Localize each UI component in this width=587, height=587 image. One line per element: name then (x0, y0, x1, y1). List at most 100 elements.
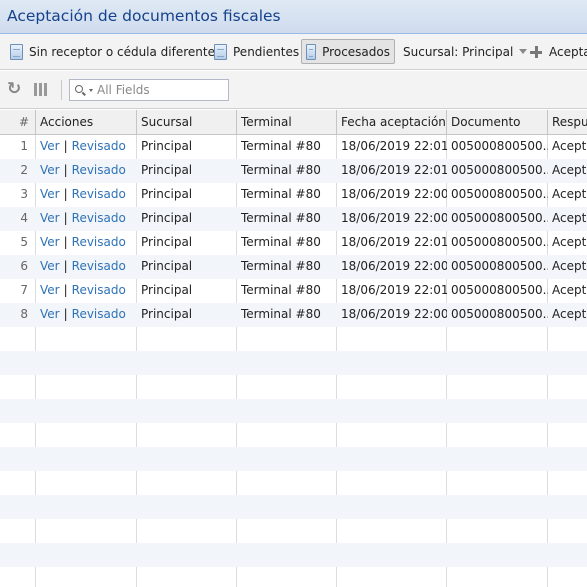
ver-link[interactable]: Ver (40, 187, 60, 201)
row-actions: Ver | Revisado (36, 183, 137, 207)
main-toolbar: Sin receptor o cédula diferente Pendient… (0, 34, 587, 70)
procesados-button[interactable]: Procesados (301, 39, 395, 64)
row-terminal: Terminal #80 (241, 211, 321, 225)
row-actions: Ver | Revisado (36, 255, 137, 279)
col-header-terminal[interactable]: Terminal (237, 110, 337, 135)
empty-row (0, 447, 587, 471)
window-title: Aceptación de documentos fiscales (7, 7, 281, 25)
search-field[interactable] (69, 79, 229, 101)
row-actions: Ver | Revisado (36, 303, 137, 327)
row-terminal: Terminal #80 (241, 259, 321, 273)
row-number: 1 (20, 139, 28, 153)
row-respuesta: Aceptado (552, 307, 587, 321)
table-row[interactable]: 6 Ver | Revisado Principal Terminal #80 18/06/… (0, 255, 587, 279)
row-respuesta: Aceptado (552, 187, 587, 201)
row-terminal: Terminal #80 (241, 283, 321, 297)
row-documento: 005000800500... (451, 259, 548, 273)
col-header-respuesta[interactable]: Respuesta (548, 110, 587, 135)
columns-icon[interactable] (34, 83, 48, 96)
revisado-link[interactable]: Revisado (72, 259, 126, 273)
table-row[interactable]: 2 Ver | Revisado Principal Terminal #80 18/06/… (0, 159, 587, 183)
col-header-sucursal[interactable]: Sucursal (137, 110, 237, 135)
chevron-down-icon[interactable] (89, 88, 93, 92)
row-fecha: 18/06/2019 22:00 (341, 211, 447, 225)
row-number: 5 (20, 235, 28, 249)
row-terminal: Terminal #80 (241, 187, 321, 201)
ver-link[interactable]: Ver (40, 139, 60, 153)
row-fecha: 18/06/2019 22:01 (341, 139, 447, 153)
aceptar-label: Aceptar (549, 44, 587, 59)
row-documento: 005000800500... (451, 211, 548, 225)
empty-row (0, 399, 587, 423)
revisado-link[interactable]: Revisado (72, 187, 126, 201)
row-documento: 005000800500... (451, 307, 548, 321)
sucursal-dropdown[interactable]: Sucursal: Principal (399, 39, 531, 64)
revisado-link[interactable]: Revisado (72, 139, 126, 153)
action-separator: | (63, 139, 68, 153)
ver-link[interactable]: Ver (40, 211, 60, 225)
row-respuesta: Aceptado (552, 139, 587, 153)
documents-grid: 1 Ver | Revisado Principal Terminal #80 18/06/… (0, 110, 587, 587)
row-number: 7 (20, 283, 28, 297)
row-documento: 005000800500... (451, 163, 548, 177)
row-documento: 005000800500... (451, 187, 548, 201)
sin-receptor-button[interactable]: Sin receptor o cédula diferente (6, 39, 219, 64)
search-input[interactable] (97, 83, 227, 97)
table-row[interactable]: 7 Ver | Revisado Principal Terminal #80 18/06/… (0, 279, 587, 303)
document-icon (214, 43, 227, 60)
revisado-link[interactable]: Revisado (72, 163, 126, 177)
table-row[interactable]: 4 Ver | Revisado Principal Terminal #80 18/06/… (0, 207, 587, 231)
row-respuesta: Aceptado (552, 235, 587, 249)
window-titlebar: Aceptación de documentos fiscales (0, 0, 587, 34)
empty-row (0, 351, 587, 375)
table-row[interactable]: 3 Ver | Revisado Principal Terminal #80 18/06/… (0, 183, 587, 207)
empty-row (0, 375, 587, 399)
table-row[interactable]: 5 Ver | Revisado Principal Terminal #80 18/06/… (0, 231, 587, 255)
row-sucursal: Principal (141, 211, 193, 225)
row-sucursal: Principal (141, 235, 193, 249)
pendientes-label: Pendientes (233, 44, 300, 59)
col-header-acciones[interactable]: Acciones (36, 110, 137, 135)
revisado-link[interactable]: Revisado (72, 283, 126, 297)
pendientes-button[interactable]: Pendientes (210, 39, 303, 64)
row-actions: Ver | Revisado (36, 279, 137, 303)
row-fecha: 18/06/2019 22:00 (341, 307, 447, 321)
action-separator: | (63, 307, 68, 321)
grid-rows: 1 Ver | Revisado Principal Terminal #80 18/06/… (0, 135, 587, 587)
row-number: 8 (20, 307, 28, 321)
row-sucursal: Principal (141, 259, 193, 273)
row-terminal: Terminal #80 (241, 235, 321, 249)
action-separator: | (63, 259, 68, 273)
row-fecha: 18/06/2019 22:01 (341, 235, 447, 249)
action-separator: | (63, 211, 68, 225)
row-sucursal: Principal (141, 163, 193, 177)
col-header-number[interactable]: # (0, 110, 36, 135)
table-row[interactable]: 8 Ver | Revisado Principal Terminal #80 18/06/… (0, 303, 587, 327)
sin-receptor-label: Sin receptor o cédula diferente (29, 44, 215, 59)
revisado-link[interactable]: Revisado (72, 211, 126, 225)
row-actions: Ver | Revisado (36, 159, 137, 183)
plus-icon (529, 45, 543, 59)
row-number: 2 (20, 163, 28, 177)
ver-link[interactable]: Ver (40, 163, 60, 177)
ver-link[interactable]: Ver (40, 283, 60, 297)
col-header-fecha[interactable]: Fecha aceptación (337, 110, 447, 135)
ver-link[interactable]: Ver (40, 259, 60, 273)
empty-row (0, 567, 587, 587)
action-separator: | (63, 163, 68, 177)
table-row[interactable]: 1 Ver | Revisado Principal Terminal #80 18/06/… (0, 135, 587, 159)
ver-link[interactable]: Ver (40, 235, 60, 249)
aceptar-button[interactable]: Aceptar (525, 39, 587, 64)
refresh-icon[interactable]: ↻ (7, 81, 23, 98)
action-separator: | (63, 235, 68, 249)
col-header-documento[interactable]: Documento (447, 110, 548, 135)
row-documento: 005000800500... (451, 139, 548, 153)
row-terminal: Terminal #80 (241, 307, 321, 321)
revisado-link[interactable]: Revisado (72, 235, 126, 249)
revisado-link[interactable]: Revisado (72, 307, 126, 321)
ver-link[interactable]: Ver (40, 307, 60, 321)
row-sucursal: Principal (141, 283, 193, 297)
action-separator: | (63, 283, 68, 297)
empty-row (0, 543, 587, 567)
row-sucursal: Principal (141, 139, 193, 153)
